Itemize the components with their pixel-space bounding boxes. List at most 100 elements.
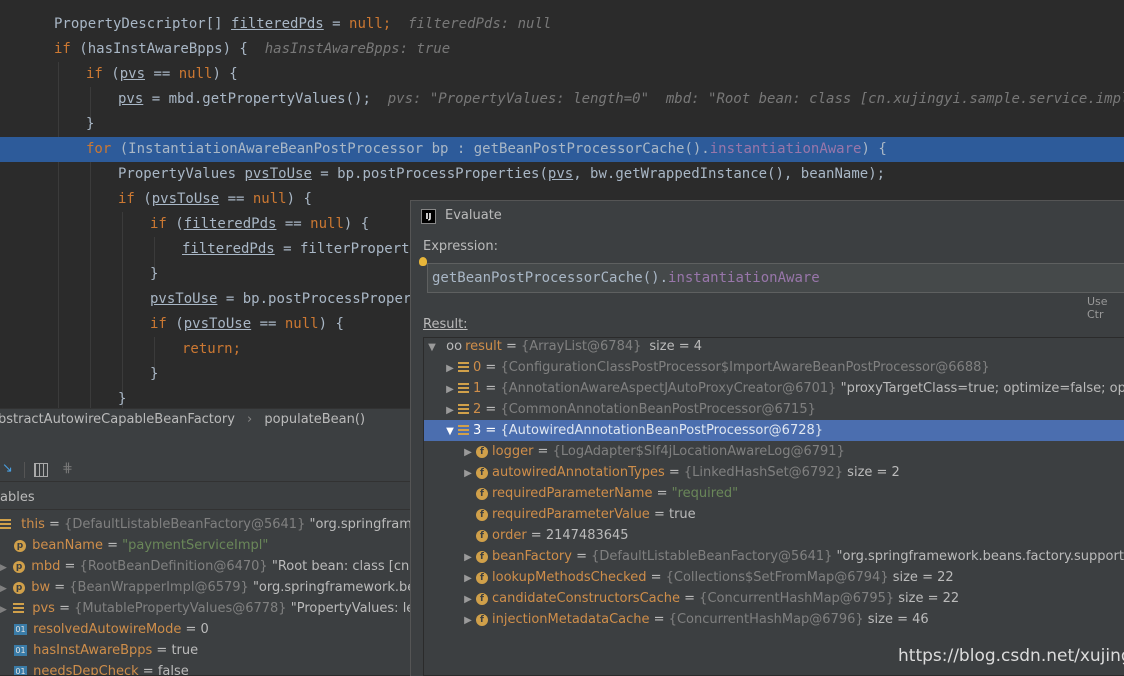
expand-arrow-icon[interactable]: ▶ bbox=[444, 358, 456, 379]
field-ref: {ConcurrentHashMap@6796} bbox=[668, 612, 864, 627]
code-text: ) { bbox=[286, 191, 312, 207]
code-keyword: null bbox=[252, 191, 287, 207]
variables-header: ables bbox=[0, 487, 410, 510]
variable-row[interactable]: ▶ p mbd = {RootBeanDefinition@6470} "Roo… bbox=[0, 556, 410, 577]
variable-ref: {RootBeanDefinition@6470} bbox=[79, 559, 268, 574]
expand-arrow-icon[interactable]: ▶ bbox=[0, 563, 7, 573]
evaluate-dialog: IJ Evaluate Expression: getBeanPostProce… bbox=[410, 200, 1124, 676]
code-text: ( bbox=[102, 66, 120, 82]
breadcrumb-method[interactable]: populateBean() bbox=[264, 412, 365, 427]
variable-extra: "Root bean: class [cn.xujingyi. bbox=[271, 559, 410, 574]
expand-arrow-icon[interactable]: ▶ bbox=[462, 442, 474, 463]
expand-arrow-icon[interactable]: ▶ bbox=[0, 605, 7, 615]
variable-name: mbd bbox=[31, 559, 61, 574]
variable-row[interactable]: 01 resolvedAutowireMode = 0 bbox=[0, 619, 209, 640]
code-keyword: null; bbox=[349, 16, 392, 32]
expand-arrow-icon[interactable]: ▶ bbox=[444, 400, 456, 421]
variable-value: = false bbox=[138, 664, 189, 675]
variable-name: pvs bbox=[32, 601, 55, 616]
field-name: requiredParameterValue bbox=[492, 507, 650, 522]
row-ref: {AutowiredAnnotationBeanPostProcessor@67… bbox=[500, 423, 824, 438]
tree-row-field[interactable]: f order = 2147483645 bbox=[424, 525, 1124, 546]
field-name: injectionMetadataCache bbox=[492, 612, 650, 627]
code-variable: filteredPds bbox=[182, 241, 275, 257]
expand-arrow-icon[interactable]: ▶ bbox=[462, 568, 474, 589]
equals: = bbox=[664, 465, 684, 480]
expand-arrow-icon[interactable]: ▶ bbox=[444, 379, 456, 400]
expression-input[interactable]: getBeanPostProcessorCache().instantiatio… bbox=[427, 263, 1124, 293]
expand-arrow-icon[interactable]: ▶ bbox=[0, 584, 7, 594]
equals: = bbox=[501, 339, 522, 354]
variable-row[interactable]: p beanName = "paymentServiceImpl" bbox=[0, 535, 268, 556]
expand-arrow-icon[interactable]: ▶ bbox=[462, 547, 474, 568]
equals: = bbox=[481, 360, 501, 375]
equals: = bbox=[49, 517, 65, 532]
tree-row-field[interactable]: ▶ f logger = {LogAdapter$Slf4jLocationAwar… bbox=[424, 441, 1124, 462]
code-line-3: if (pvs == null) { bbox=[0, 62, 1124, 87]
tree-row-field[interactable]: ▶ f beanFactory = {DefaultListableBeanFact… bbox=[424, 546, 1124, 567]
row-ref: {AnnotationAwareAspectJAutoProxyCreator@… bbox=[500, 381, 837, 396]
variables-tab-label[interactable]: ables bbox=[0, 490, 35, 505]
expand-arrow-icon[interactable]: ▶ bbox=[462, 610, 474, 631]
variable-name: this bbox=[21, 517, 45, 532]
variable-row[interactable]: ▶ pvs = {MutablePropertyValues@6778} "Pr… bbox=[0, 598, 410, 619]
tree-row-field[interactable]: f requiredParameterName = "required" bbox=[424, 483, 1124, 504]
equals: = bbox=[652, 486, 672, 501]
tree-row-field[interactable]: ▶ f lookupMethodsChecked = {Collections$Se… bbox=[424, 567, 1124, 588]
result-size: size = 4 bbox=[649, 339, 703, 354]
tree-row-result[interactable]: ▼ oo result = {ArrayList@6784} size = 4 bbox=[424, 336, 1124, 357]
field-extra: size = 2 bbox=[843, 465, 900, 480]
field-name: candidateConstructorsCache bbox=[492, 591, 680, 606]
inline-debug-hint: hasInstAwareBpps: true bbox=[264, 41, 451, 57]
tree-row[interactable]: ▶ 2 = {CommonAnnotationBeanPostProcessor@… bbox=[424, 399, 1124, 420]
field-icon: f bbox=[476, 613, 488, 626]
variable-name: needsDepCheck bbox=[33, 664, 139, 675]
field-name: logger bbox=[492, 444, 534, 459]
watches-icon[interactable]: ⋕ bbox=[62, 461, 73, 476]
bulb-icon[interactable] bbox=[419, 257, 427, 266]
tree-row-field[interactable]: ▶ f injectionMetadataCache = {ConcurrentHa… bbox=[424, 609, 1124, 630]
evaluate-expression-icon[interactable] bbox=[34, 463, 48, 477]
equals: = bbox=[481, 381, 501, 396]
breadcrumb-class[interactable]: bstractAutowireCapableBeanFactory bbox=[0, 412, 235, 427]
tree-row-field[interactable]: ▶ f autowiredAnnotationTypes = {LinkedHash… bbox=[424, 462, 1124, 483]
dialog-title-bar[interactable]: IJ Evaluate bbox=[411, 201, 1124, 231]
tree-row-field[interactable]: ▶ f candidateConstructorsCache = {Concurre… bbox=[424, 588, 1124, 609]
code-line-1: PropertyDescriptor[] filteredPds = null;… bbox=[0, 12, 1124, 37]
breadcrumb: bstractAutowireCapableBeanFactory › popu… bbox=[0, 408, 410, 432]
field-icon: f bbox=[476, 487, 488, 500]
variable-ref: {DefaultListableBeanFactory@5641} bbox=[64, 517, 306, 532]
variable-name: hasInstAwareBpps bbox=[33, 643, 153, 658]
equals: = bbox=[571, 549, 592, 564]
code-variable: pvsToUse bbox=[151, 191, 220, 207]
tree-row-field[interactable]: f requiredParameterValue = true bbox=[424, 504, 1124, 525]
step-into-icon[interactable]: ↘ bbox=[2, 461, 13, 476]
code-text: ) { bbox=[861, 141, 887, 157]
expand-arrow-icon[interactable]: ▶ bbox=[462, 463, 474, 484]
list-icon bbox=[458, 383, 469, 394]
variable-row[interactable]: ▶ p bw = {BeanWrapperImpl@6579} "org.spr… bbox=[0, 577, 410, 598]
watch-glasses-icon: oo bbox=[446, 339, 463, 354]
tree-row-selected[interactable]: ▼ 3 = {AutowiredAnnotationBeanPostProcess… bbox=[424, 420, 1124, 441]
code-text: (InstantiationAwareBeanPostProcessor bp … bbox=[111, 141, 710, 157]
tree-row[interactable]: ▶ 0 = {ConfigurationClassPostProcessor$Im… bbox=[424, 357, 1124, 378]
equals: = bbox=[481, 423, 501, 438]
code-text: } bbox=[118, 391, 127, 407]
equals: = bbox=[59, 601, 75, 616]
field-name: beanFactory bbox=[492, 549, 572, 564]
expand-arrow-icon[interactable]: ▶ bbox=[462, 589, 474, 610]
collapse-arrow-icon[interactable]: ▼ bbox=[426, 337, 438, 358]
collapse-arrow-icon[interactable]: ▼ bbox=[444, 421, 456, 442]
row-extra: "proxyTargetClass=true; optimize=false; … bbox=[840, 381, 1124, 396]
variable-row[interactable]: 01 hasInstAwareBpps = true bbox=[0, 640, 198, 661]
field-ref: {ConcurrentHashMap@6795} bbox=[699, 591, 895, 606]
list-icon bbox=[13, 603, 25, 614]
variable-row[interactable]: 01 needsDepCheck = false bbox=[0, 661, 189, 675]
code-keyword: if bbox=[118, 191, 135, 207]
field-ref: {LogAdapter$Slf4jLocationAwareLog@6791} bbox=[552, 444, 845, 459]
code-keyword: if bbox=[54, 41, 71, 57]
variable-row[interactable]: this = {DefaultListableBeanFactory@5641}… bbox=[0, 514, 410, 535]
result-tree[interactable]: ▼ oo result = {ArrayList@6784} size = 4 ▶ 0… bbox=[423, 337, 1124, 676]
tree-row[interactable]: ▶ 1 = {AnnotationAwareAspectJAutoProxyCre… bbox=[424, 378, 1124, 399]
variable-extra: "PropertyValues: length=0" bbox=[290, 601, 410, 616]
